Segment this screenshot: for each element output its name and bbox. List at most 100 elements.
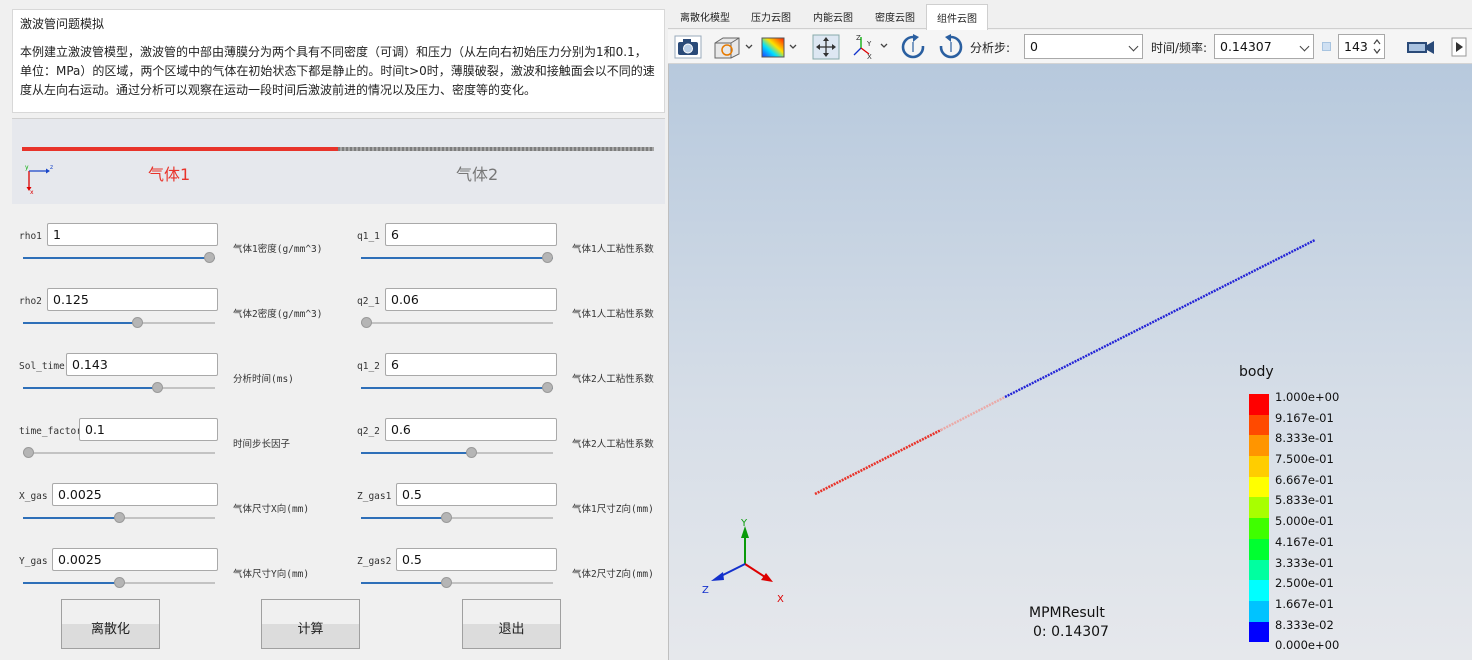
legend-label: 4.167e-01 xyxy=(1275,534,1334,549)
gas1-transition-particles xyxy=(940,395,1006,432)
param-input-1[interactable]: 0.06 xyxy=(385,288,557,311)
legend-segment xyxy=(1249,518,1269,539)
tab-discretized-model[interactable]: 离散化模型 xyxy=(670,4,740,29)
axis-x-label: X xyxy=(777,594,784,605)
param-input-4[interactable]: 0.0025 xyxy=(52,483,218,506)
legend-segment xyxy=(1249,621,1269,643)
param-slider-5[interactable] xyxy=(23,577,215,588)
time-select-value: 0.14307 xyxy=(1220,39,1272,54)
param-desc-4: 气体1尺寸Z向(mm) xyxy=(572,504,654,515)
tube-preview: y z x 气体1 气体2 xyxy=(12,118,665,204)
param-desc-3: 气体2人工粘性系数 xyxy=(572,439,654,450)
spin-arrows-icon[interactable] xyxy=(1372,37,1382,56)
param-name-0: rho1 xyxy=(19,231,42,242)
exit-button[interactable]: 退出 xyxy=(462,599,561,649)
chevron-down-icon xyxy=(1299,41,1310,52)
discretize-button[interactable]: 离散化 xyxy=(61,599,160,649)
param-slider-4[interactable] xyxy=(361,512,553,523)
slider-thumb[interactable] xyxy=(23,447,34,458)
param-name-3: q2_2 xyxy=(357,426,380,437)
param-desc-5: 气体2尺寸Z向(mm) xyxy=(572,569,654,580)
time-select[interactable]: 0.14307 xyxy=(1214,34,1314,59)
param-input-5[interactable]: 0.0025 xyxy=(52,548,218,571)
param-slider-2[interactable] xyxy=(23,382,215,393)
gas1-particles xyxy=(814,428,942,496)
svg-text:Y: Y xyxy=(866,40,872,48)
legend-segment xyxy=(1249,497,1269,519)
param-desc-1: 气体1人工粘性系数 xyxy=(572,309,654,320)
model-render: Y X Z xyxy=(702,238,1316,605)
slider-thumb[interactable] xyxy=(440,512,452,523)
result-tab-bar: 离散化模型 压力云图 内能云图 密度云图 组件云图 xyxy=(668,4,1472,30)
tab-density-contour[interactable]: 密度云图 xyxy=(864,4,926,29)
color-map-icon[interactable] xyxy=(758,33,804,61)
legend-segment xyxy=(1249,559,1269,581)
slider-thumb[interactable] xyxy=(542,382,553,393)
param-input-5[interactable]: 0.5 xyxy=(396,548,557,571)
legend-segment xyxy=(1249,476,1269,498)
pan-icon[interactable] xyxy=(810,33,842,61)
param-input-0[interactable]: 6 xyxy=(385,223,557,246)
video-camera-icon[interactable] xyxy=(1402,33,1438,61)
slider-thumb[interactable] xyxy=(151,382,163,393)
slider-fill xyxy=(23,387,160,389)
app-window: 激波管问题模拟 本例建立激波管模型，激波管的中部由薄膜分为两个具有不同密度（可调… xyxy=(0,0,1472,660)
param-slider-1[interactable] xyxy=(23,317,215,328)
tab-component-contour[interactable]: 组件云图 xyxy=(926,4,988,30)
slider-thumb[interactable] xyxy=(440,577,452,588)
rotate-ccw-icon[interactable] xyxy=(936,33,966,61)
legend-label: 7.500e-01 xyxy=(1275,452,1334,467)
rotate-cw-icon[interactable] xyxy=(898,33,928,61)
frame-slider-handle[interactable] xyxy=(1322,42,1331,51)
slider-fill xyxy=(361,452,473,454)
slider-thumb[interactable] xyxy=(113,577,125,588)
result-viewport[interactable]: Y X Z body 1.000e+00 9.167e-01 8.333e-01 7.… xyxy=(668,64,1472,660)
param-slider-1[interactable] xyxy=(361,317,553,328)
slider-thumb[interactable] xyxy=(542,252,553,263)
legend-segment xyxy=(1249,456,1269,477)
param-input-3[interactable]: 0.1 xyxy=(79,418,218,441)
slider-thumb[interactable] xyxy=(131,317,143,328)
tab-internal-energy-contour[interactable]: 内能云图 xyxy=(802,4,864,29)
param-name-2: q1_2 xyxy=(357,361,380,372)
param-input-2[interactable]: 0.143 xyxy=(66,353,218,376)
gas2-tube-segment xyxy=(338,147,654,151)
param-slider-5[interactable] xyxy=(361,577,553,588)
param-slider-3[interactable] xyxy=(23,447,215,458)
param-input-1[interactable]: 0.125 xyxy=(47,288,218,311)
param-desc-1: 气体2密度(g/mm^3) xyxy=(233,309,323,320)
param-name-0: q1_1 xyxy=(357,231,380,242)
param-input-2[interactable]: 6 xyxy=(385,353,557,376)
slider-thumb[interactable] xyxy=(361,317,372,328)
param-input-0[interactable]: 1 xyxy=(47,223,218,246)
param-slider-4[interactable] xyxy=(23,512,215,523)
param-name-4: X_gas xyxy=(19,491,48,502)
description-title: 激波管问题模拟 xyxy=(20,17,105,31)
legend-label: 3.333e-01 xyxy=(1275,555,1334,570)
param-slider-0[interactable] xyxy=(361,252,553,263)
view-cube-icon[interactable] xyxy=(710,33,756,61)
param-input-4[interactable]: 0.5 xyxy=(396,483,557,506)
param-input-3[interactable]: 0.6 xyxy=(385,418,557,441)
step-select[interactable]: 0 xyxy=(1024,34,1143,59)
slider-thumb[interactable] xyxy=(113,512,125,523)
param-slider-0[interactable] xyxy=(23,252,215,263)
tab-pressure-contour[interactable]: 压力云图 xyxy=(740,4,802,29)
param-slider-3[interactable] xyxy=(361,447,553,458)
frame-spinbox[interactable]: 143 xyxy=(1338,34,1385,59)
axis-y-label: Y xyxy=(740,518,748,529)
param-desc-0: 气体1密度(g/mm^3) xyxy=(233,244,323,255)
slider-thumb[interactable] xyxy=(465,447,477,458)
next-frame-icon[interactable] xyxy=(1450,33,1468,61)
legend-segment xyxy=(1249,435,1269,457)
param-desc-2: 气体2人工粘性系数 xyxy=(572,374,654,385)
param-desc-2: 分析时间(ms) xyxy=(233,374,294,385)
axes-icon[interactable]: ZYX xyxy=(848,33,894,61)
legend-segment xyxy=(1249,580,1269,601)
param-slider-2[interactable] xyxy=(361,382,553,393)
compute-button[interactable]: 计算 xyxy=(261,599,360,649)
camera-icon[interactable] xyxy=(672,33,704,61)
chevron-down-icon xyxy=(1128,41,1139,52)
slider-thumb[interactable] xyxy=(204,252,215,263)
slider-fill xyxy=(23,517,119,519)
